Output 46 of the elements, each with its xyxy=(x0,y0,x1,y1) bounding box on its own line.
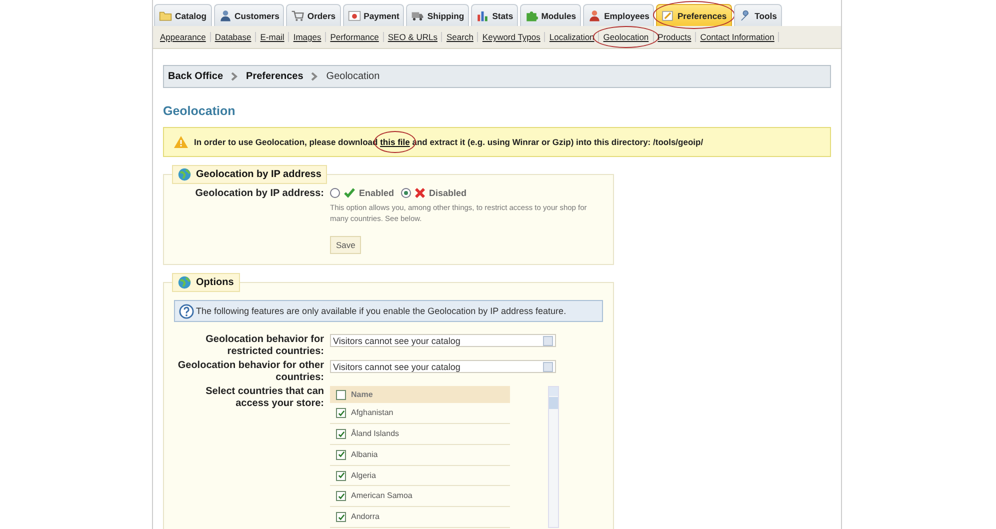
file-link[interactable]: this file xyxy=(380,137,410,147)
field-label: Geolocation behavior for other countries: xyxy=(176,360,324,384)
subnav-link[interactable]: SEO & URLs xyxy=(384,32,442,42)
subnav-link[interactable]: Contact Information xyxy=(696,32,778,42)
nav-tab[interactable]: Employees xyxy=(583,4,654,26)
subnav-link[interactable]: Database xyxy=(210,32,256,42)
country-name: Andorra xyxy=(351,512,380,522)
subnav-link[interactable]: Search xyxy=(442,32,478,42)
nav-tab[interactable]: Preferences xyxy=(656,4,732,26)
save-button[interactable]: Save xyxy=(330,236,362,254)
nav-tab[interactable]: Payment xyxy=(342,4,404,26)
nav-tab[interactable]: Tools xyxy=(734,4,782,26)
nav-tab[interactable]: Modules xyxy=(520,4,582,26)
breadcrumb-item[interactable]: Preferences xyxy=(246,71,304,82)
field-label: Select countries that can access your store: xyxy=(204,386,324,411)
subnav-link[interactable]: Keyword Typos xyxy=(478,32,544,42)
nav-tab[interactable]: Orders xyxy=(286,4,341,26)
subnav-link[interactable]: Geolocation xyxy=(599,32,653,42)
nav-tab[interactable]: Catalog xyxy=(154,4,212,26)
country-name: Afghanistan xyxy=(351,408,394,418)
page-title: Geolocation xyxy=(163,104,236,118)
dropdown[interactable]: Visitors cannot see your catalog xyxy=(330,334,556,347)
info-text: The following features are only available if you enable the Geolocation by IP address feature. xyxy=(196,306,566,316)
country-name: Åland Islands xyxy=(351,429,400,438)
radio-label: Disabled xyxy=(429,188,467,198)
subnav-link[interactable]: Performance xyxy=(326,32,383,42)
legend-text: Options xyxy=(196,277,234,288)
nav-tab[interactable]: Shipping xyxy=(406,4,470,26)
subnav-link[interactable]: Localization xyxy=(545,32,598,42)
country-name: American Samoa xyxy=(351,491,412,500)
nav-tab[interactable]: Customers xyxy=(214,4,284,26)
subnav-link[interactable]: E-mail xyxy=(256,32,288,42)
field-label: Geolocation behavior for restricted countries: xyxy=(204,334,324,358)
subnav-link[interactable]: Images xyxy=(289,32,326,42)
dropdown[interactable]: Visitors cannot see your catalog xyxy=(330,360,556,373)
breadcrumb-item[interactable]: Back Office xyxy=(168,71,224,82)
country-name: Algeria xyxy=(351,470,376,480)
column-header: Name xyxy=(351,390,373,399)
radio-label: Enabled xyxy=(359,188,394,198)
subnav-link[interactable]: Products xyxy=(654,32,696,42)
subnav-link[interactable]: Appearance xyxy=(156,32,210,42)
field-label: Geolocation by IP address: xyxy=(194,188,324,201)
breadcrumb-item: Geolocation xyxy=(326,71,380,82)
nav-tab[interactable]: Stats xyxy=(471,4,518,26)
country-name: Albania xyxy=(351,450,378,459)
legend-text: Geolocation by IP address xyxy=(196,169,322,180)
